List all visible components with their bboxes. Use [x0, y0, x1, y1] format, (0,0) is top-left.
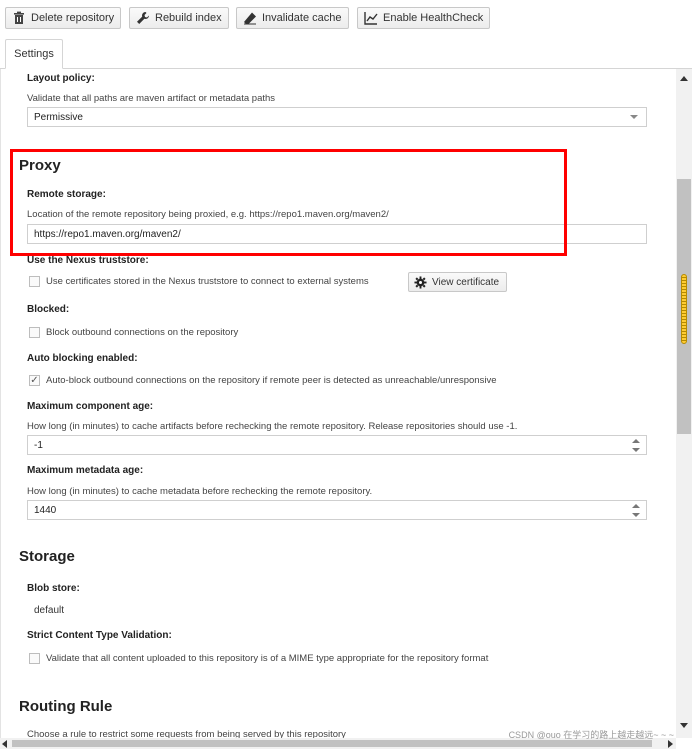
enable-healthcheck-label: Enable HealthCheck [383, 12, 484, 24]
scroll-right-icon[interactable] [668, 740, 673, 748]
remote-storage-help: Location of the remote repository being … [27, 209, 389, 220]
remote-storage-value: https://repo1.maven.org/maven2/ [34, 228, 181, 240]
spinner-icon[interactable] [632, 439, 640, 452]
scroll-down-icon[interactable] [680, 723, 688, 728]
chart-line-icon [364, 11, 378, 25]
truststore-checkbox-row[interactable]: Use certificates stored in the Nexus tru… [29, 276, 369, 287]
strict-content-checkbox[interactable] [29, 653, 40, 664]
max-component-age-help: How long (in minutes) to cache artifacts… [27, 421, 518, 432]
blob-store-value: default [34, 605, 65, 616]
remote-storage-input[interactable]: https://repo1.maven.org/maven2/ [27, 224, 647, 244]
storage-section-title: Storage [19, 548, 75, 565]
tab-settings[interactable]: Settings [5, 39, 63, 69]
remote-storage-label: Remote storage: [27, 189, 106, 200]
horizontal-scrollbar-thumb[interactable] [12, 740, 652, 747]
gear-icon [414, 275, 427, 289]
max-metadata-age-label: Maximum metadata age: [27, 465, 144, 476]
toolbar: Delete repository Rebuild index Invalida… [0, 0, 692, 36]
max-metadata-age-value: 1440 [34, 504, 57, 516]
strict-content-label: Strict Content Type Validation: [27, 630, 172, 641]
wrench-icon [136, 11, 150, 25]
truststore-label: Use the Nexus truststore: [27, 255, 149, 266]
max-metadata-age-help: How long (in minutes) to cache metadata … [27, 486, 373, 497]
auto-block-label: Auto blocking enabled: [27, 353, 138, 364]
truststore-checkbox-label: Use certificates stored in the Nexus tru… [46, 276, 369, 287]
max-metadata-age-input[interactable]: 1440 [27, 500, 647, 520]
auto-block-checkbox-label: Auto-block outbound connections on the r… [46, 375, 497, 386]
auto-block-checkbox-row[interactable]: ✓ Auto-block outbound connections on the… [29, 375, 496, 386]
blocked-checkbox[interactable] [29, 327, 40, 338]
scroll-left-icon[interactable] [2, 740, 7, 748]
max-component-age-label: Maximum component age: [27, 401, 154, 412]
trash-icon [12, 11, 26, 25]
watermark: CSDN @ouo 在学习的路上越走越远~ ~ ~ [508, 730, 674, 740]
rebuild-index-label: Rebuild index [155, 12, 222, 24]
routing-rule-section-title: Routing Rule [19, 698, 113, 715]
layout-policy-value: Permissive [34, 111, 83, 123]
layout-policy-label: Layout policy: [27, 73, 95, 84]
routing-rule-help: Choose a rule to restrict some requests … [27, 729, 346, 738]
tab-bar: Settings [0, 36, 692, 69]
blocked-checkbox-row[interactable]: Block outbound connections on the reposi… [29, 327, 238, 338]
rebuild-index-button[interactable]: Rebuild index [129, 7, 229, 29]
blob-store-label: Blob store: [27, 583, 80, 594]
delete-repository-label: Delete repository [31, 12, 115, 24]
layout-policy-help: Validate that all paths are maven artifa… [27, 93, 276, 104]
settings-panel: Layout policy: Validate that all paths a… [0, 69, 662, 738]
invalidate-cache-label: Invalidate cache [262, 12, 342, 24]
proxy-section-title: Proxy [19, 157, 61, 174]
max-component-age-value: -1 [34, 439, 43, 451]
delete-repository-button[interactable]: Delete repository [5, 7, 122, 29]
tab-settings-label: Settings [14, 48, 54, 60]
vertical-scrollbar[interactable] [676, 69, 692, 738]
chevron-down-icon [630, 115, 638, 119]
strict-content-checkbox-row[interactable]: Validate that all content uploaded to th… [29, 653, 488, 664]
scroll-up-icon[interactable] [680, 76, 688, 81]
max-component-age-input[interactable]: -1 [27, 435, 647, 455]
strict-content-checkbox-label: Validate that all content uploaded to th… [46, 653, 489, 664]
blocked-checkbox-label: Block outbound connections on the reposi… [46, 327, 239, 338]
enable-healthcheck-button[interactable]: Enable HealthCheck [357, 7, 491, 29]
eraser-icon [243, 11, 257, 25]
layout-policy-select[interactable]: Permissive [27, 107, 647, 127]
view-certificate-label: View certificate [432, 276, 500, 288]
view-certificate-button[interactable]: View certificate [408, 272, 508, 292]
truststore-checkbox[interactable] [29, 276, 40, 287]
invalidate-cache-button[interactable]: Invalidate cache [236, 7, 349, 29]
auto-block-checkbox[interactable]: ✓ [29, 375, 40, 386]
scroll-grip-icon[interactable] [681, 274, 687, 344]
spinner-icon[interactable] [632, 504, 640, 517]
blocked-label: Blocked: [27, 304, 70, 315]
